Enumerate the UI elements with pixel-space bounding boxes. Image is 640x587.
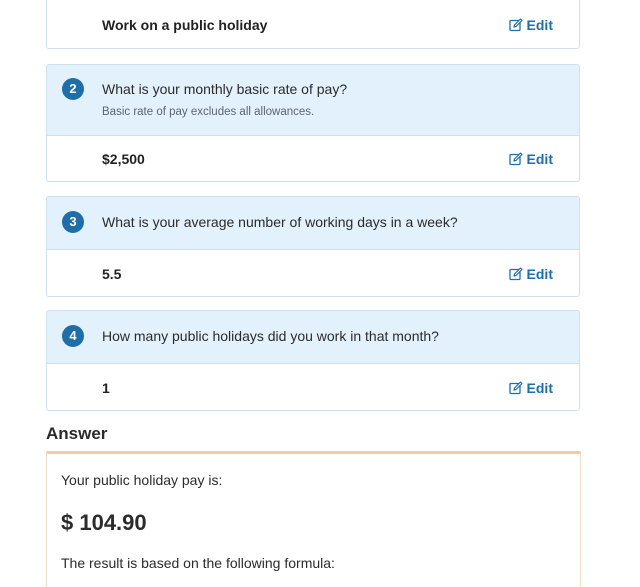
- edit-button-2[interactable]: Edit: [508, 151, 553, 167]
- answer-row-3: 5.5 Edit: [47, 250, 579, 296]
- question-hint-2: Basic rate of pay excludes all allowance…: [102, 106, 315, 118]
- edit-button-4[interactable]: Edit: [508, 380, 553, 396]
- page: Work on a public holiday Edit 2 What is …: [0, 0, 640, 587]
- question-card-1: Work on a public holiday Edit: [46, 0, 580, 49]
- edit-label-3: Edit: [526, 266, 553, 282]
- edit-label-1: Edit: [526, 17, 553, 33]
- edit-button-1[interactable]: Edit: [508, 17, 553, 33]
- answer-text-4: 1: [102, 380, 110, 396]
- question-number-4: 4: [62, 325, 84, 347]
- edit-icon: [508, 18, 523, 32]
- edit-icon: [508, 267, 523, 281]
- edit-icon: [508, 152, 523, 166]
- question-card-4: 4 How many public holidays did you work …: [46, 310, 580, 411]
- question-card-2: 2 What is your monthly basic rate of pay…: [46, 64, 580, 182]
- question-row-2: 2 What is your monthly basic rate of pay…: [47, 65, 579, 136]
- question-number-2: 2: [62, 78, 84, 100]
- answer-row-4: 1 Edit: [47, 364, 579, 410]
- edit-label-2: Edit: [526, 151, 553, 167]
- edit-button-3[interactable]: Edit: [508, 266, 553, 282]
- question-card-3: 3 What is your average number of working…: [46, 196, 580, 297]
- answer-row-1: Work on a public holiday Edit: [47, 0, 579, 48]
- answer-text-3: 5.5: [102, 266, 122, 282]
- question-text-2: What is your monthly basic rate of pay?: [102, 81, 348, 97]
- question-text-4: How many public holidays did you work in…: [102, 328, 439, 344]
- result-label: Your public holiday pay is:: [61, 472, 223, 488]
- answer-heading: Answer: [46, 424, 108, 443]
- question-row-3: 3 What is your average number of working…: [47, 197, 579, 250]
- edit-icon: [508, 381, 523, 395]
- answer-text-2: $2,500: [102, 151, 145, 167]
- question-number-3: 3: [62, 211, 84, 233]
- answer-text-1: Work on a public holiday: [102, 17, 268, 33]
- formula-intro: The result is based on the following for…: [61, 555, 335, 571]
- answer-box: Your public holiday pay is: $ 104.90 The…: [46, 451, 581, 587]
- edit-label-4: Edit: [526, 380, 553, 396]
- question-text-3: What is your average number of working d…: [102, 214, 458, 230]
- question-row-4: 4 How many public holidays did you work …: [47, 311, 579, 364]
- answer-row-2: $2,500 Edit: [47, 136, 579, 181]
- result-value: $ 104.90: [61, 510, 147, 535]
